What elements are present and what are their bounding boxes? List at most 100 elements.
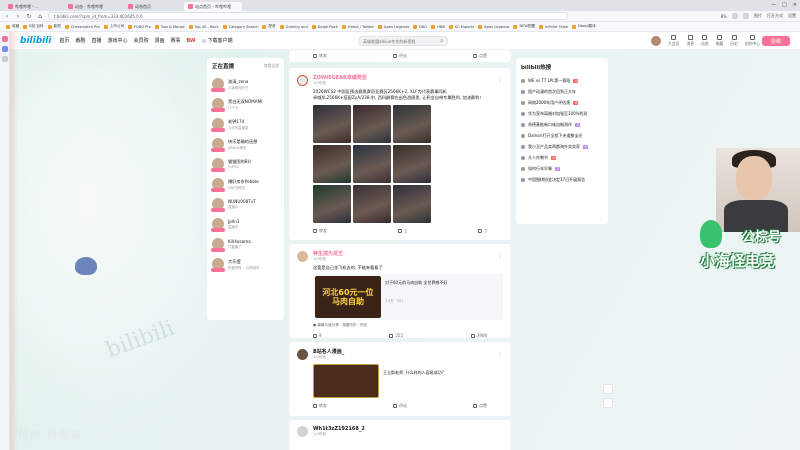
live-list-item[interactable]: Kill4osama 打直播了 <box>211 234 279 254</box>
hot-search-item[interactable]: Damon打开全程下夫道聚宝光 <box>521 130 603 141</box>
post-image[interactable] <box>393 105 431 143</box>
search-box[interactable]: ⌕ <box>358 36 448 46</box>
bookmark-item[interactable]: B站·百科 <box>23 24 44 29</box>
maximize-icon[interactable]: □ <box>782 2 787 8</box>
nav-shop[interactable]: 会员购 <box>133 37 148 44</box>
back-icon[interactable]: ‹ <box>4 13 10 20</box>
nav-home[interactable]: 首页 <box>59 37 69 44</box>
toolbar-label[interactable]: 图片 <box>754 13 762 19</box>
comment-button[interactable]: 评论 <box>393 53 407 59</box>
nav-history[interactable]: 历史 <box>730 35 738 47</box>
hot-search-item[interactable]: 国产动漫的首次回到正大年 <box>521 86 603 97</box>
bookmark-item[interactable]: 影视 <box>47 24 61 29</box>
video-thumbnail[interactable]: 河北60元一位 马肉自助 <box>315 276 381 318</box>
live-list-item[interactable]: NUNU008TvT 直播中 <box>211 194 279 214</box>
like-button[interactable]: 点赞 <box>473 53 487 59</box>
extension-icon[interactable] <box>732 13 738 19</box>
hot-search-item[interactable]: 中国围棋协会决定17日开展报告 <box>521 174 603 185</box>
live-list-item[interactable]: 大乐摆 你爱的时... 心情挺好 <box>211 254 279 274</box>
post-image[interactable] <box>353 145 391 183</box>
browser-tab[interactable]: 哔哩哔哩 - ... <box>4 2 62 11</box>
url-field[interactable]: t.bilibili.com/?spm_id_from=333.401645.0… <box>48 12 568 20</box>
nav-game-center[interactable]: 游戏中心 <box>107 37 127 44</box>
zoom-level[interactable]: 8% <box>721 14 727 19</box>
live-list-item[interactable]: 老钟174 今天的直播能 <box>211 114 279 134</box>
hot-search-item[interactable]: 我小丑产品卖两都海外卖卖家新 <box>521 141 603 152</box>
more-options-icon[interactable]: ⋮ <box>497 77 503 84</box>
live-list-item[interactable]: Jplln1 直播中 <box>211 214 279 234</box>
bookmark-item[interactable]: 收藏 <box>6 24 19 29</box>
toolbar-label[interactable]: 设置 <box>788 13 796 19</box>
bookmark-item[interactable]: Deepl翻译 <box>572 24 596 29</box>
author-avatar[interactable] <box>297 348 308 360</box>
post-image[interactable] <box>313 105 351 143</box>
nav-anime[interactable]: 番剧 <box>75 37 85 44</box>
more-options-icon[interactable]: ⋮ <box>497 253 503 260</box>
bookmark-item[interactable]: Gaming and <box>279 24 308 29</box>
bookmark-item[interactable]: Chessmatch Pro <box>64 24 100 29</box>
hot-search-item[interactable]: 如何行年早餐新 <box>521 163 603 174</box>
more-options-icon[interactable]: ⋮ <box>497 351 503 358</box>
nav-favorites[interactable]: 收藏 <box>716 35 723 47</box>
comment-button[interactable]: 1 <box>398 228 407 234</box>
like-button[interactable]: 点赞 <box>473 403 487 409</box>
forward-icon[interactable]: › <box>15 13 21 20</box>
author-avatar[interactable] <box>297 250 308 262</box>
user-avatar[interactable] <box>651 36 662 46</box>
hot-search-item[interactable]: 华为宣布离婚对加强至100%利润 <box>521 108 603 119</box>
live-list-item[interactable]: 洛清_zena 心城明亮的日 <box>211 74 279 94</box>
nav-creator-center[interactable]: 创作中心 <box>745 35 760 47</box>
live-list-item[interactable]: 黑白无双NOMAMI 打个卡 <box>211 94 279 114</box>
bookmark-item[interactable]: 上市公司 <box>103 24 124 29</box>
post-image[interactable] <box>393 185 431 223</box>
post-image[interactable] <box>353 105 391 143</box>
browser-tab-active[interactable]: 站点首页 - 哔哩哔哩 <box>184 2 242 11</box>
bookmark-item[interactable]: Tool & Mouse <box>154 24 185 29</box>
post-image[interactable] <box>313 185 351 223</box>
bookmark-item[interactable]: SC Esports <box>448 24 474 29</box>
like-button[interactable]: 3906 <box>470 333 487 338</box>
author-avatar[interactable] <box>297 74 308 86</box>
bookmark-item[interactable]: Apex Legends <box>378 24 409 29</box>
video-thumbnail[interactable] <box>313 364 379 398</box>
nav-dynamics[interactable]: 动态 <box>701 35 709 47</box>
repost-button[interactable]: 9 <box>313 333 322 338</box>
search-input[interactable] <box>363 38 441 44</box>
nav-download-client[interactable]: 下载客户端 <box>201 37 233 44</box>
bookmark-item[interactable]: 配音 <box>262 24 276 29</box>
search-icon[interactable]: ⌕ <box>440 38 443 44</box>
reposted-video[interactable]: 河北60元一位 马肉自助 对于60元的马肉自助 全世界感不好 1.5万 · 25… <box>313 274 503 320</box>
browser-tab[interactable]: 动态首页 <box>124 2 182 11</box>
like-button[interactable]: 7 <box>478 228 487 234</box>
author-name[interactable]: B站名人漫画_ <box>313 348 344 355</box>
bookmark-item[interactable]: Home / Twitter <box>341 24 374 29</box>
refresh-feed-button[interactable] <box>603 398 613 408</box>
hot-search-item[interactable]: 凡人外教节热 <box>521 152 603 163</box>
bookmark-item[interactable]: Apex Legends <box>478 24 509 29</box>
bookmark-item[interactable]: FUBO Pro <box>128 24 151 29</box>
nav-esports[interactable]: 赛事 <box>171 37 181 44</box>
nav-manga[interactable]: 漫画 <box>154 37 164 44</box>
hot-search-item[interactable]: 肯德基推新口味自制测评新 <box>521 119 603 130</box>
author-name[interactable]: 钟生成为龙王 <box>313 250 343 257</box>
bookmark-item[interactable]: DBG <box>413 24 427 29</box>
upload-button[interactable]: 投稿 <box>762 36 790 46</box>
repost-button[interactable]: 转发 <box>313 53 327 59</box>
nav-vip[interactable]: 大会员 <box>668 35 679 47</box>
hot-search-item[interactable]: WE vs TT LPL第一赛段热 <box>521 75 603 86</box>
post-image[interactable] <box>353 185 391 223</box>
bookmark-item[interactable]: Category Search <box>222 24 258 29</box>
close-icon[interactable]: ✕ <box>793 2 797 8</box>
comment-button[interactable]: 评论 <box>393 403 407 409</box>
back-to-top-button[interactable] <box>603 384 613 394</box>
post-image[interactable] <box>313 145 351 183</box>
refresh-icon[interactable]: ↻ <box>26 13 32 20</box>
home-icon[interactable]: ⌂ <box>37 13 43 20</box>
bookmark-item[interactable]: HBB <box>431 24 445 29</box>
bilibili-logo[interactable]: bilibili <box>20 36 51 46</box>
sidebar-bilibili-icon[interactable] <box>1 36 8 42</box>
author-avatar[interactable] <box>297 426 308 437</box>
bookmark-item[interactable]: Dolph Rock <box>311 24 338 29</box>
repost-button[interactable]: 转发 <box>313 228 327 234</box>
hot-search-item[interactable]: 网络2000年用户评估规热 <box>521 97 603 108</box>
